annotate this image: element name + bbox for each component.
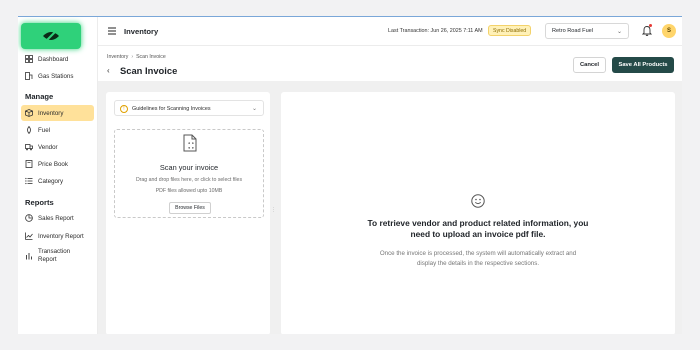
sidebar-item-label: Transaction Report [38, 247, 71, 264]
sidebar-item-label: Fuel [38, 126, 51, 134]
app-frame: Dashboard Gas Stations Manage Inventory … [18, 16, 682, 334]
sync-status-badge: Sync Disabled [488, 25, 532, 36]
empty-state-description-line: Once the invoice is processed, the syste… [379, 250, 577, 257]
empty-state-title: To retrieve vendor and product related i… [281, 218, 675, 240]
info-icon: ! [120, 104, 128, 113]
breadcrumb: Inventory › Scan Invoice [107, 54, 166, 60]
notification-dot [649, 24, 652, 27]
breadcrumb-separator-icon: › [131, 54, 134, 60]
chevron-down-icon: ⌄ [616, 29, 622, 35]
top-header: Inventory Last Transaction: Jun 26, 2025… [98, 17, 682, 46]
box-icon [25, 109, 33, 117]
section-title-manage: Manage [25, 92, 54, 101]
sidebar-item-inventory[interactable]: Inventory [21, 105, 94, 121]
save-all-products-button[interactable]: Save All Products [612, 57, 674, 73]
last-transaction-text: Last Transaction: Jun 26, 2025 7:11 AM [388, 28, 483, 34]
page-title: Scan Invoice [120, 65, 178, 76]
dropzone-title: Scan your invoice [159, 163, 219, 172]
sidebar-item-label: Sales Report [38, 214, 74, 222]
chart-pie-icon [25, 214, 33, 222]
sidebar-item-label: Gas Stations [38, 72, 74, 80]
panel-resize-handle-icon[interactable]: ⋮ [271, 207, 276, 213]
truck-icon [25, 143, 33, 151]
fuel-icon [25, 126, 33, 134]
empty-state-description-line: display the details in the respective se… [416, 259, 540, 267]
breadcrumb-current: Scan Invoice [136, 54, 166, 60]
sidebar-item-transaction-report[interactable]: Transaction Report [21, 246, 94, 266]
back-arrow-icon[interactable]: ‹ [107, 66, 110, 75]
file-dropzone[interactable]: Scan your invoice Drag and drop files he… [114, 129, 264, 218]
dropzone-instructions: Drag and drop files here, or click to se… [135, 177, 243, 183]
sidebar: Dashboard Gas Stations Manage Inventory … [18, 17, 98, 334]
sidebar-item-category[interactable]: Category [21, 173, 94, 189]
sidebar-item-sales-report[interactable]: Sales Report [21, 210, 94, 226]
header-title: Inventory [124, 27, 159, 36]
empty-state-title-line: To retrieve vendor and product related i… [367, 218, 589, 228]
sidebar-item-label: Category [38, 177, 64, 185]
breadcrumb-parent[interactable]: Inventory [107, 54, 128, 60]
guidelines-accordion[interactable]: ! Guidelines for Scanning Invoices ⌄ [114, 100, 264, 116]
empty-state-title-line: need to upload an invoice pdf file. [410, 229, 546, 239]
browse-files-button[interactable]: Browse Files [169, 202, 211, 214]
sidebar-item-label: Price Book [38, 160, 68, 168]
sidebar-item-dashboard[interactable]: Dashboard [21, 51, 94, 67]
empty-state-description: Once the invoice is processed, the syste… [281, 249, 675, 268]
smile-icon [471, 194, 485, 208]
chevron-down-icon: ⌄ [251, 106, 257, 112]
store-select-value: Retro Road Fuel [552, 28, 594, 34]
section-title-reports: Reports [25, 198, 54, 207]
sidebar-item-label: Inventory Report [38, 232, 84, 240]
list-icon [25, 177, 33, 185]
sidebar-item-fuel[interactable]: Fuel [21, 122, 94, 138]
file-scan-icon [183, 134, 197, 152]
store-select[interactable]: Retro Road Fuel ⌄ [545, 23, 629, 39]
sidebar-item-gas-stations[interactable]: Gas Stations [21, 68, 94, 84]
sidebar-item-inventory-report[interactable]: Inventory Report [21, 228, 94, 244]
bar-chart-icon [25, 252, 33, 260]
gas-station-icon [25, 72, 33, 80]
cancel-button[interactable]: Cancel [573, 57, 606, 73]
dashboard-icon [25, 55, 33, 63]
dropzone-file-limit: PDF files allowed upto 10MB [155, 188, 223, 194]
trend-icon [25, 232, 33, 240]
guidelines-label: Guidelines for Scanning Invoices [132, 106, 211, 112]
book-icon [25, 160, 33, 168]
sidebar-item-price-book[interactable]: Price Book [21, 156, 94, 172]
avatar[interactable]: S [662, 24, 676, 38]
brand-logo[interactable] [21, 23, 81, 49]
sidebar-item-label: Dashboard [38, 55, 69, 63]
details-panel: To retrieve vendor and product related i… [281, 92, 675, 334]
menu-icon[interactable] [108, 27, 116, 35]
eye-off-icon [43, 29, 59, 43]
sidebar-item-label: Inventory [38, 109, 64, 117]
sidebar-item-vendor[interactable]: Vendor [21, 139, 94, 155]
sidebar-item-label: Vendor [38, 143, 58, 151]
